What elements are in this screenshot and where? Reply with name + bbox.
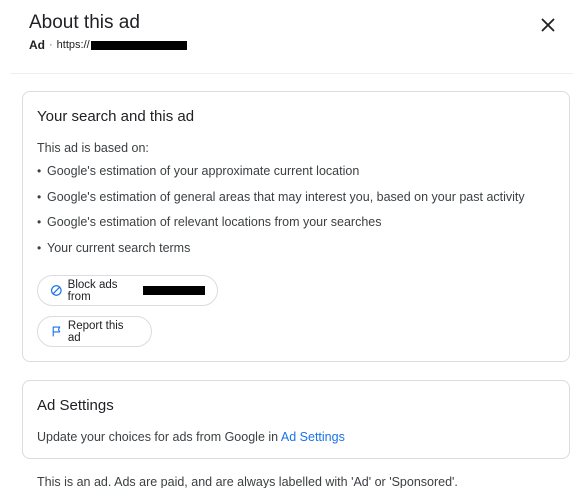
reason-text: Google's estimation of your approximate … bbox=[47, 164, 360, 178]
redacted-advertiser bbox=[142, 286, 205, 295]
based-on-label: This ad is based on: bbox=[37, 141, 149, 155]
settings-card-title: Ad Settings bbox=[37, 397, 114, 414]
dialog-header: About this ad Ad · https:// bbox=[29, 10, 553, 53]
separator-dot: · bbox=[49, 39, 53, 51]
about-this-ad-dialog: About this ad Ad · https:// Your search … bbox=[0, 0, 573, 488]
reasons-list: • Google's estimation of your approximate… bbox=[37, 162, 525, 264]
block-icon bbox=[50, 285, 62, 296]
settings-description: Update your choices for ads from Google … bbox=[37, 428, 345, 446]
search-card-title: Your search and this ad bbox=[37, 108, 195, 125]
search-and-ad-card: Your search and this ad This ad is based… bbox=[22, 91, 570, 362]
flag-icon bbox=[52, 326, 61, 337]
dialog-title: About this ad bbox=[29, 12, 140, 33]
block-ads-label: Block ads from bbox=[67, 278, 118, 303]
redacted-url bbox=[90, 40, 187, 50]
reason-item: • Your current search terms bbox=[37, 239, 525, 265]
ad-source-line: Ad · https:// bbox=[29, 37, 553, 53]
ad-settings-link[interactable]: Ad Settings bbox=[281, 430, 345, 444]
ad-settings-card: Ad Settings Update your choices for ads … bbox=[22, 380, 570, 459]
report-ad-label: Report this ad bbox=[67, 319, 124, 344]
ad-disclosure-footer: This is an ad. Ads are paid, and are alw… bbox=[37, 475, 458, 488]
bullet: • bbox=[37, 164, 42, 178]
header-divider bbox=[10, 73, 573, 74]
bullet: • bbox=[37, 189, 42, 204]
reason-item: • Google's estimation of relevant locatio… bbox=[37, 213, 525, 239]
bullet: • bbox=[37, 215, 42, 229]
block-ads-button[interactable]: Block ads from bbox=[37, 275, 218, 306]
bullet: • bbox=[37, 240, 42, 255]
ad-url-prefix: https:// bbox=[56, 39, 90, 51]
reason-text: Google's estimation of relevant location… bbox=[47, 215, 382, 229]
settings-text: Update your choices for ads from Google … bbox=[37, 430, 281, 444]
close-button[interactable] bbox=[537, 14, 559, 36]
ad-label: Ad bbox=[29, 38, 45, 52]
report-ad-button[interactable]: Report this ad bbox=[37, 316, 152, 347]
reason-item: • Google's estimation of general areas th… bbox=[37, 188, 525, 214]
close-icon bbox=[541, 18, 555, 32]
reason-item: • Google's estimation of your approximate… bbox=[37, 162, 525, 188]
reason-text: Google's estimation of general areas tha… bbox=[47, 189, 525, 204]
reason-text: Your current search terms bbox=[47, 240, 191, 255]
